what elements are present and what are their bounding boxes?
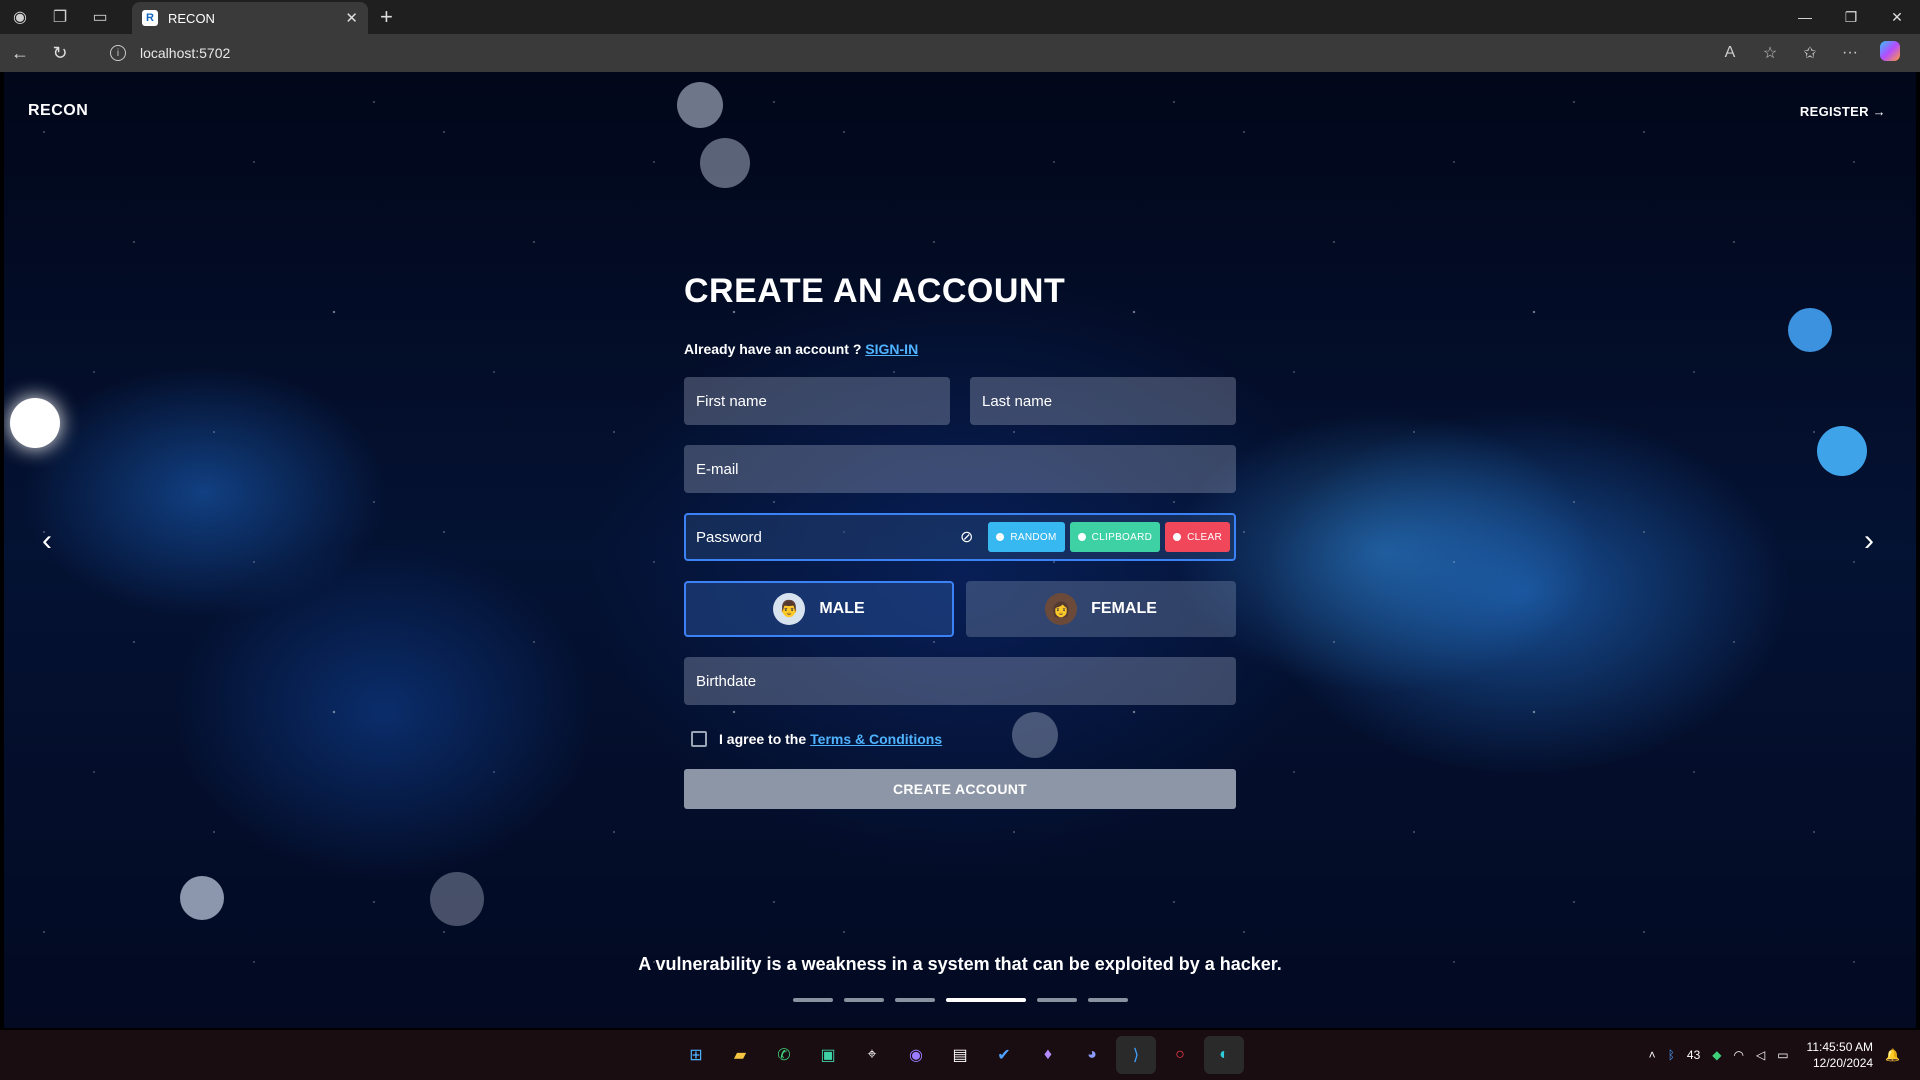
female-button[interactable]: 👩 FEMALE — [966, 581, 1236, 637]
whatsapp-icon[interactable]: ✆ — [764, 1036, 804, 1074]
slider-dots — [4, 998, 1916, 1002]
male-button[interactable]: 👨 MALE — [684, 581, 954, 637]
terms-link[interactable]: Terms & Conditions — [810, 731, 942, 747]
tab-favicon: R — [142, 10, 158, 26]
restore-icon[interactable]: ❐ — [1828, 0, 1874, 34]
volume-icon[interactable]: ◁ — [1756, 1048, 1765, 1062]
slider-dot[interactable] — [792, 998, 833, 1002]
edge-icon[interactable]: ◐ — [1204, 1036, 1244, 1074]
clock-time: 11:45:50 AM — [1806, 1040, 1874, 1054]
last-name-field[interactable]: Last name — [970, 377, 1236, 425]
bokeh-orb — [1817, 426, 1867, 476]
opera-icon[interactable]: ○ — [1160, 1036, 1200, 1074]
gender-selector: 👨 MALE 👩 FEMALE — [684, 581, 1236, 637]
bokeh-orb — [10, 398, 60, 448]
url-field[interactable]: i localhost:5702 — [110, 45, 230, 61]
slider-dot[interactable] — [894, 998, 935, 1002]
tab-title: RECON — [168, 10, 215, 26]
back-icon[interactable]: ← — [0, 43, 40, 64]
tray-chevron-icon[interactable]: ˄ — [1649, 1048, 1656, 1062]
slider-next-icon[interactable]: › — [1864, 524, 1874, 558]
slider-quote: A vulnerability is a weakness in a syste… — [638, 954, 1282, 974]
slider-prev-icon[interactable]: ‹ — [42, 524, 52, 558]
url-text: localhost:5702 — [140, 45, 231, 61]
read-aloud-icon[interactable]: A — [1710, 44, 1750, 62]
todo-icon[interactable]: ✔ — [984, 1036, 1024, 1074]
app-icon[interactable]: ♦ — [1028, 1036, 1068, 1074]
terms-checkbox[interactable] — [691, 731, 707, 747]
copilot-icon[interactable] — [1870, 40, 1910, 66]
start-icon[interactable]: ⊞ — [676, 1036, 716, 1074]
password-field[interactable]: Password ⊘ RANDOM CLIPBOARD CLEAR — [684, 513, 1236, 561]
page-title: CREATE AN ACCOUNT — [684, 272, 1066, 310]
register-link[interactable]: REGISTER → — [1800, 104, 1886, 119]
vscode-icon[interactable]: ⟩ — [1116, 1036, 1156, 1074]
male-label: MALE — [819, 600, 865, 617]
close-window-icon[interactable]: ✕ — [1874, 0, 1920, 34]
birthdate-field[interactable]: Birthdate — [684, 657, 1236, 705]
slider-dot-active[interactable] — [945, 998, 1026, 1002]
brand-logo[interactable]: RECON — [28, 102, 88, 120]
favorite-star-icon[interactable]: ☆ — [1750, 43, 1790, 63]
tray-badge: 43 — [1686, 1048, 1701, 1062]
bokeh-orb — [677, 82, 723, 128]
slider-dot[interactable] — [1036, 998, 1077, 1002]
maps-icon[interactable]: ⌖ — [852, 1036, 892, 1074]
terminal-app-icon[interactable]: ▣ — [808, 1036, 848, 1074]
favorites-icon[interactable]: ✩ — [1790, 43, 1830, 63]
agree-text: I agree to the — [719, 731, 807, 747]
bokeh-orb — [180, 876, 224, 920]
signup-form: CREATE AN ACCOUNT Already have an accoun… — [684, 272, 1236, 809]
terms-agreement: I agree to the Terms & Conditions — [684, 731, 1236, 747]
female-avatar-icon: 👩 — [1045, 593, 1078, 625]
male-avatar-icon: 👨 — [773, 593, 806, 625]
refresh-icon[interactable]: ↻ — [40, 43, 80, 64]
bokeh-orb — [1788, 308, 1832, 352]
bokeh-orb — [430, 872, 484, 926]
site-info-icon[interactable]: i — [110, 45, 126, 61]
clock-date: 12/20/2024 — [1812, 1056, 1874, 1070]
signin-prompt: Already have an account ? SIGN-IN — [684, 341, 1236, 357]
bluetooth-icon[interactable]: ᛒ — [1668, 1048, 1675, 1062]
create-account-button[interactable]: CREATE ACCOUNT — [684, 769, 1236, 809]
slider-dot[interactable] — [1087, 998, 1128, 1002]
taskbar: ⊞ ▰ ✆ ▣ ⌖ ◉ ▤ ✔ ♦ ◕ ⟩ ○ ◐ ˄ ᛒ 43 ◆ ◠ ◁ ▭… — [0, 1030, 1920, 1080]
discord-icon[interactable]: ◕ — [1072, 1036, 1112, 1074]
browser-titlebar: ◉ ❐ ▭ R RECON ✕ + — ❐ ✕ — [0, 0, 1920, 34]
clipboard-button[interactable]: CLIPBOARD — [1069, 522, 1161, 552]
bokeh-orb — [700, 138, 750, 188]
random-password-button[interactable]: RANDOM — [988, 522, 1065, 552]
close-tab-icon[interactable]: ✕ — [345, 9, 358, 27]
browser-tab[interactable]: R RECON ✕ — [132, 2, 368, 34]
minimize-icon[interactable]: — — [1782, 0, 1828, 34]
security-icon[interactable]: ◆ — [1712, 1048, 1721, 1062]
female-label: FEMALE — [1091, 600, 1157, 617]
notifications-icon[interactable]: 🔔 — [1885, 1048, 1900, 1062]
terminal-icon[interactable]: ▤ — [940, 1036, 980, 1074]
file-explorer-icon[interactable]: ▰ — [720, 1036, 760, 1074]
clock[interactable]: 11:45:50 AM 12/20/2024 — [1807, 1039, 1874, 1071]
proton-icon[interactable]: ◉ — [896, 1036, 936, 1074]
first-name-field[interactable]: First name — [684, 377, 950, 425]
toggle-visibility-icon[interactable]: ⊘ — [960, 527, 973, 547]
email-field[interactable]: E-mail — [684, 445, 1236, 493]
password-placeholder: Password — [696, 528, 762, 546]
workspaces-icon[interactable]: ❐ — [40, 0, 80, 34]
battery-icon[interactable]: ▭ — [1777, 1048, 1788, 1062]
signin-link[interactable]: SIGN-IN — [865, 341, 918, 357]
profile-icon[interactable]: ◉ — [0, 0, 40, 34]
slider-dot[interactable] — [843, 998, 884, 1002]
new-tab-icon[interactable]: + — [380, 4, 393, 30]
page-background: RECON REGISTER → ‹ › CREATE AN ACCOUNT A… — [4, 72, 1916, 1028]
tab-actions-icon[interactable]: ▭ — [80, 0, 120, 34]
wifi-icon[interactable]: ◠ — [1733, 1048, 1743, 1062]
clear-password-button[interactable]: CLEAR — [1165, 522, 1230, 552]
more-menu-icon[interactable]: ··· — [1830, 44, 1870, 62]
address-bar: ← ↻ i localhost:5702 A ☆ ✩ ··· — [0, 34, 1920, 72]
signin-prompt-text: Already have an account ? — [684, 341, 862, 357]
